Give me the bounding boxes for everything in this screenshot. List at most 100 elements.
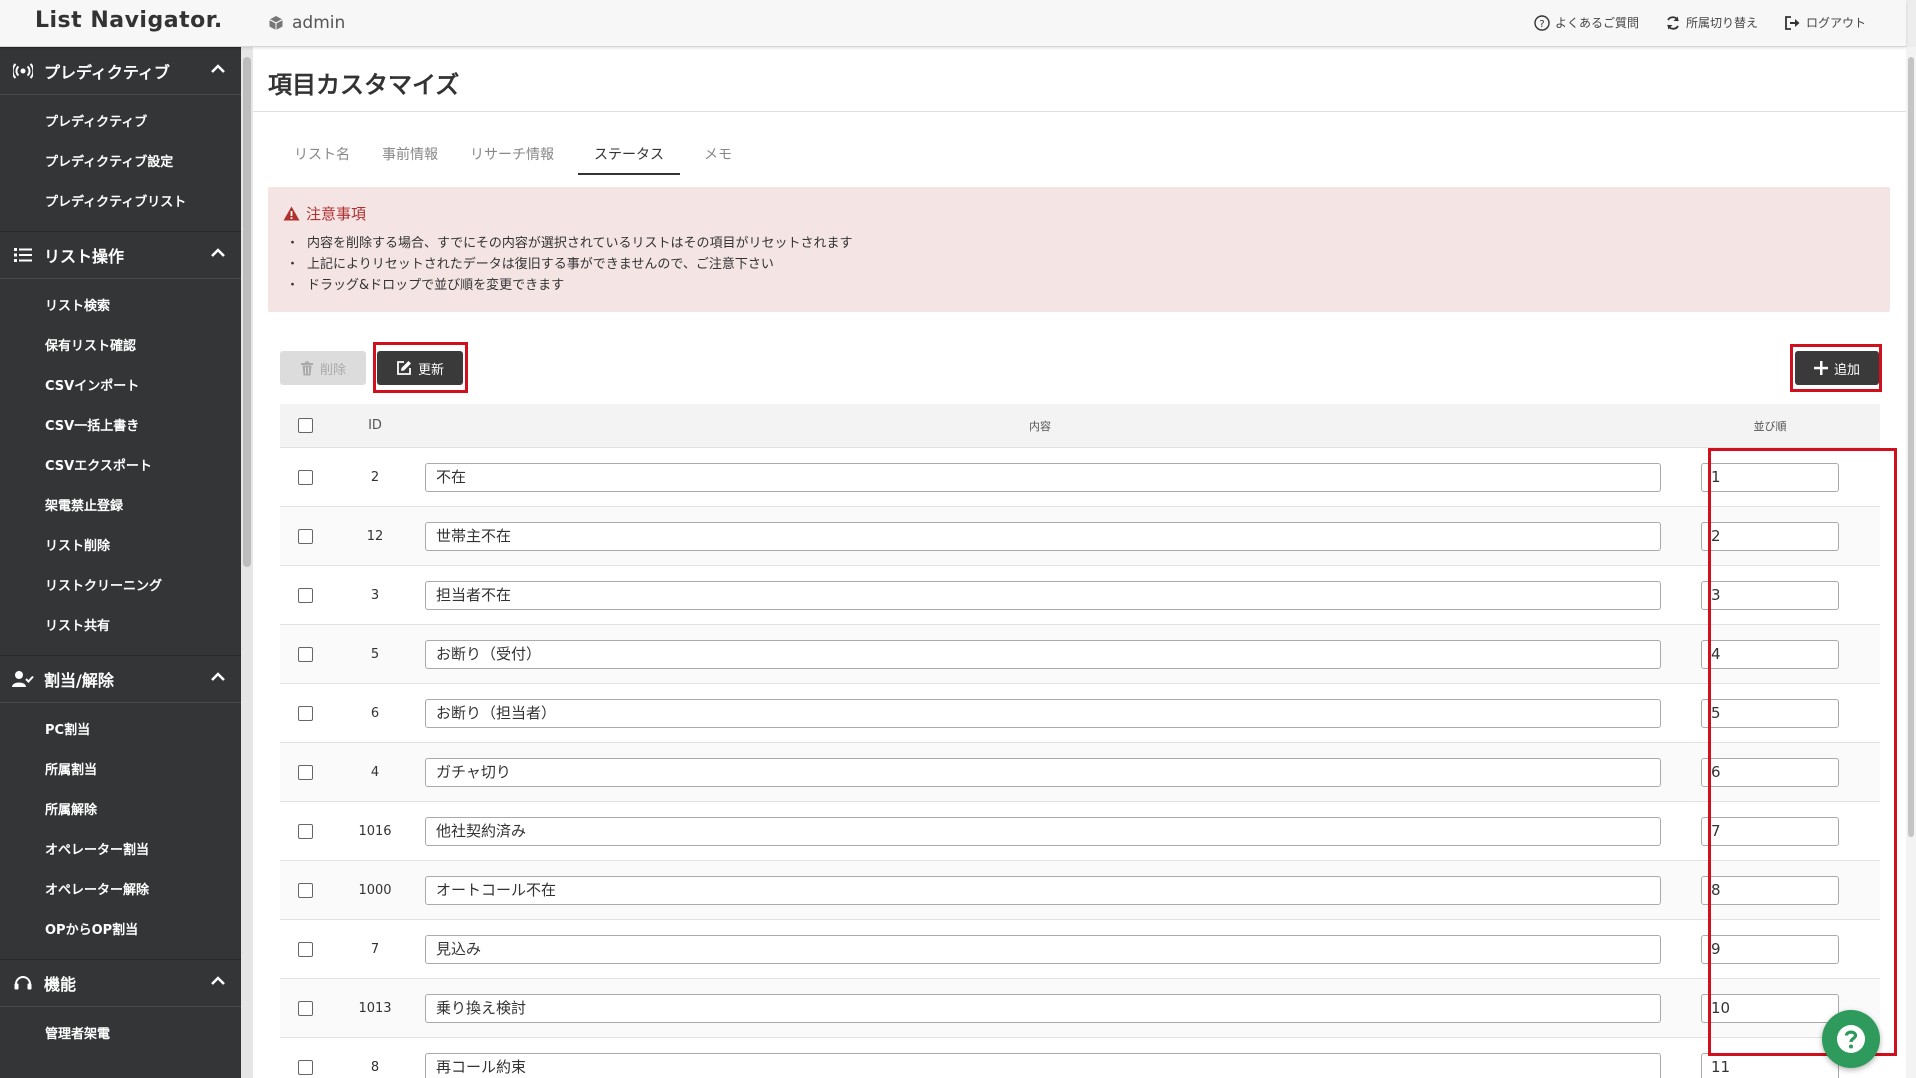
row-checkbox[interactable]: [297, 469, 313, 485]
content-input[interactable]: お断り（受付）: [425, 639, 1661, 669]
content-input[interactable]: オートコール不在: [425, 875, 1661, 905]
logout-link[interactable]: ログアウト: [1784, 14, 1866, 31]
content-input[interactable]: 不在: [425, 462, 1661, 492]
broadcast-icon: [12, 62, 34, 80]
faq-label: よくあるご質問: [1554, 16, 1639, 30]
content-input[interactable]: 見込み: [425, 934, 1661, 964]
table-row[interactable]: 6 お断り（担当者） 5: [280, 684, 1880, 743]
question-icon: [1834, 1022, 1868, 1056]
user-check-icon: [12, 670, 34, 688]
row-checkbox[interactable]: [297, 587, 313, 603]
table-row[interactable]: 12 世帯主不在 2: [280, 507, 1880, 566]
row-checkbox[interactable]: [297, 882, 313, 898]
chevron-up-icon[interactable]: [209, 668, 227, 690]
sidebar-item-csv-overwrite[interactable]: CSV一括上書き: [0, 407, 241, 447]
tab-status[interactable]: ステータス: [578, 135, 680, 175]
tab-research-info[interactable]: リサーチ情報: [454, 135, 570, 175]
content-input[interactable]: 再コール約束: [425, 1052, 1661, 1078]
help-button[interactable]: [1822, 1010, 1880, 1068]
table-row[interactable]: 5 お断り（受付） 4: [280, 625, 1880, 684]
sidebar-item-dnc-register[interactable]: 架電禁止登録: [0, 487, 241, 527]
refresh-icon: [1665, 15, 1681, 31]
sidebar-section-title: リスト操作: [44, 247, 125, 266]
faq-link[interactable]: ? よくあるご質問: [1534, 14, 1639, 31]
sidebar-item-list-search[interactable]: リスト検索: [0, 287, 241, 327]
cube-icon: [268, 15, 284, 31]
chevron-up-icon[interactable]: [209, 972, 227, 994]
sidebar-section-title: 割当/解除: [44, 671, 114, 690]
page-title: 項目カスタマイズ: [268, 71, 460, 99]
top-header: List Navigator. admin ? よくあるご質問 所属切り替え ロ…: [0, 0, 1906, 47]
sidebar-item-list-delete[interactable]: リスト削除: [0, 527, 241, 567]
notice-title: 注意事項: [283, 203, 366, 224]
sidebar-item-affiliation-release[interactable]: 所属解除: [0, 791, 241, 831]
main-scrollbar[interactable]: [1906, 47, 1916, 1078]
row-checkbox[interactable]: [297, 528, 313, 544]
table-row[interactable]: 4 ガチャ切り 6: [280, 743, 1880, 802]
row-checkbox[interactable]: [297, 1000, 313, 1016]
notice-title-text: 注意事項: [306, 205, 367, 223]
sidebar-item-csv-export[interactable]: CSVエクスポート: [0, 447, 241, 487]
row-id: 1013: [358, 1000, 392, 1016]
row-id: 2: [370, 469, 380, 485]
sidebar-item-predictive-list[interactable]: プレディクティブリスト: [0, 183, 241, 223]
sidebar-section-list-operations[interactable]: リスト操作: [0, 231, 241, 279]
order-input[interactable]: 11: [1701, 1052, 1839, 1078]
notice-line: 上記によりリセットされたデータは復旧する事ができませんので、ご注意下さい: [286, 254, 853, 275]
app-logo[interactable]: List Navigator.: [35, 8, 223, 33]
chevron-up-icon[interactable]: [209, 244, 227, 266]
sidebar-scrollbar[interactable]: [241, 47, 253, 1078]
row-checkbox[interactable]: [297, 705, 313, 721]
current-user: admin: [268, 13, 345, 33]
main-scrollbar-thumb[interactable]: [1908, 57, 1914, 837]
chevron-up-icon[interactable]: [209, 60, 227, 82]
row-id: 1000: [358, 882, 392, 898]
content-input[interactable]: ガチャ切り: [425, 757, 1661, 787]
select-all-checkbox[interactable]: [297, 418, 313, 433]
table-row[interactable]: 7 見込み 9: [280, 920, 1880, 979]
sidebar-section-assignment[interactable]: 割当/解除: [0, 655, 241, 703]
tab-list-name[interactable]: リスト名: [278, 135, 366, 175]
content-input[interactable]: 他社契約済み: [425, 816, 1661, 846]
sidebar-item-list-cleaning[interactable]: リストクリーニング: [0, 567, 241, 607]
switch-affiliation-link[interactable]: 所属切り替え: [1665, 14, 1758, 31]
sidebar-item-list-share[interactable]: リスト共有: [0, 607, 241, 647]
table-row[interactable]: 2 不在 1: [280, 448, 1880, 507]
table-body: 2 不在 1 12 世帯主不在 2 3 担当者不在 3 5 お断り（受付） 4 6 お断り（担当者） 5 4 ガ…: [280, 448, 1880, 1078]
sidebar-item-admin-call[interactable]: 管理者架電: [0, 1015, 241, 1055]
content-input[interactable]: お断り（担当者）: [425, 698, 1661, 728]
row-checkbox[interactable]: [297, 823, 313, 839]
content-input[interactable]: 乗り換え検討: [425, 993, 1661, 1023]
sidebar-item-predictive-settings[interactable]: プレディクティブ設定: [0, 143, 241, 183]
logout-label: ログアウト: [1805, 16, 1866, 30]
table-row[interactable]: 8 再コール約束 11: [280, 1038, 1880, 1078]
table-row[interactable]: 1016 他社契約済み 7: [280, 802, 1880, 861]
content-input[interactable]: 担当者不在: [425, 580, 1661, 610]
sidebar-scrollbar-thumb[interactable]: [243, 57, 251, 567]
tab-prior-info[interactable]: 事前情報: [366, 135, 454, 175]
sidebar-item-owned-lists[interactable]: 保有リスト確認: [0, 327, 241, 367]
sidebar-item-affiliation-assign[interactable]: 所属割当: [0, 751, 241, 791]
switch-affiliation-label: 所属切り替え: [1685, 16, 1758, 30]
sidebar-item-csv-import[interactable]: CSVインポート: [0, 367, 241, 407]
content-input[interactable]: 世帯主不在: [425, 521, 1661, 551]
row-checkbox[interactable]: [297, 1059, 313, 1075]
row-checkbox[interactable]: [297, 646, 313, 662]
tab-bar: リスト名 事前情報 リサーチ情報 ステータス メモ: [278, 135, 748, 175]
row-checkbox[interactable]: [297, 941, 313, 957]
row-id: 3: [370, 587, 380, 603]
sidebar-item-predictive[interactable]: プレディクティブ: [0, 103, 241, 143]
sidebar-item-operator-assign[interactable]: オペレーター割当: [0, 831, 241, 871]
sidebar-section-predictive[interactable]: プレディクティブ: [0, 47, 241, 95]
table-row[interactable]: 1013 乗り換え検討 10: [280, 979, 1880, 1038]
sidebar-item-op-to-op-assign[interactable]: OPからOP割当: [0, 911, 241, 951]
row-checkbox[interactable]: [297, 764, 313, 780]
sidebar-section-features[interactable]: 機能: [0, 959, 241, 1007]
tab-memo[interactable]: メモ: [688, 135, 748, 175]
sidebar-item-operator-release[interactable]: オペレーター解除: [0, 871, 241, 911]
table-row[interactable]: 3 担当者不在 3: [280, 566, 1880, 625]
sidebar-item-pc-assign[interactable]: PC割当: [0, 711, 241, 751]
notice-box: 注意事項 内容を削除する場合、すでにその内容が選択されているリストはその項目がリ…: [268, 187, 1890, 312]
table-row[interactable]: 1000 オートコール不在 8: [280, 861, 1880, 920]
delete-button[interactable]: 削除: [280, 351, 366, 385]
